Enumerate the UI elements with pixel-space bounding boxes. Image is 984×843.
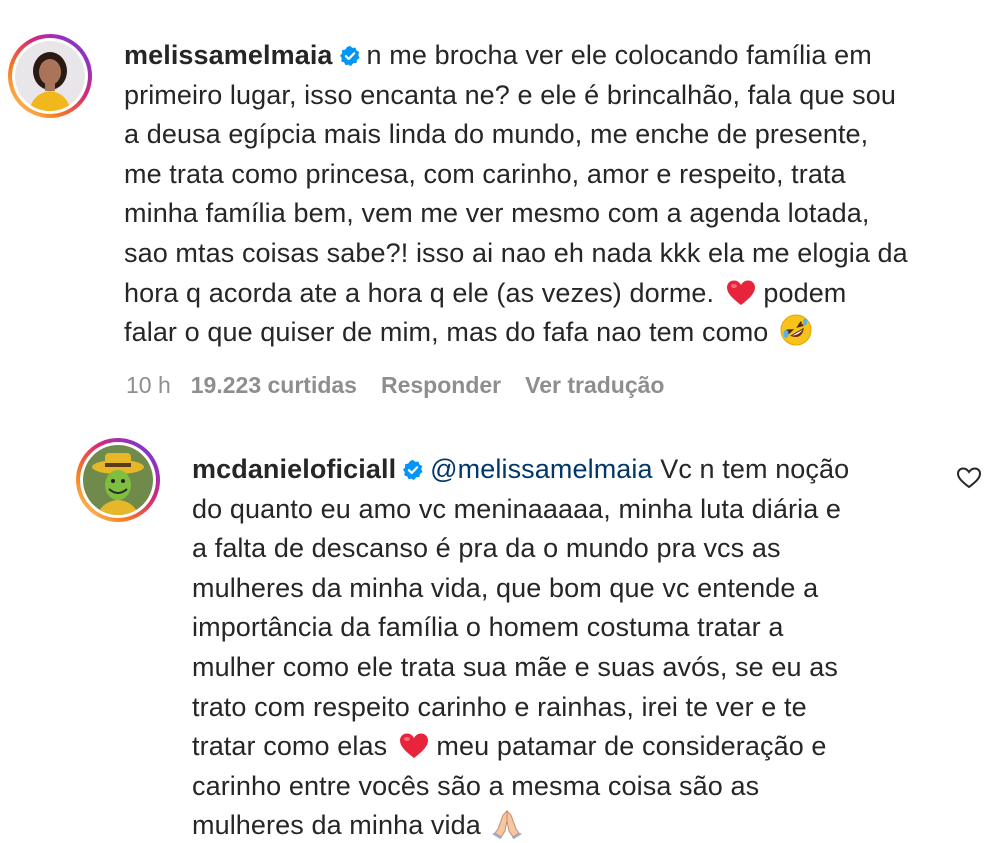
verified-badge-icon: [403, 459, 423, 480]
comment-line: a falta de descanso é pra da o mundo pra…: [192, 533, 781, 564]
folded-hands-icon: [492, 810, 523, 840]
comment-line: sao mtas coisas sabe?! isso ai nao eh na…: [124, 237, 908, 268]
comment-line: mcdanieloficiall @melissamelmaia Vc n tem…: [192, 450, 849, 490]
comment-line: mulher como ele trata sua mãe e suas avó…: [192, 651, 838, 682]
comment-text: mulheres da minha vida: [192, 810, 481, 841]
comment-text: n me brocha ver ele colocando família em: [366, 40, 872, 70]
comment-line: a deusa egípcia mais linda do mundo, me …: [124, 119, 869, 150]
comment-text: falar o que quiser de mim, mas do fafa n…: [124, 317, 769, 348]
reply-button[interactable]: Responder: [381, 372, 501, 398]
comment-line: falar o que quiser de mim, mas do fafa n…: [124, 313, 908, 353]
comment-text: meu patamar de consideração e: [436, 731, 827, 762]
comment-body: melissamelmaia n me brocha ver ele coloca…: [124, 36, 908, 353]
comment-line: me trata como princesa, com carinho, amo…: [124, 158, 846, 189]
avatar-mcdanieloficiall[interactable]: [76, 438, 160, 522]
see-translation-button[interactable]: Ver tradução: [525, 372, 664, 398]
username[interactable]: melissamelmaia: [124, 40, 333, 70]
comment-text: tratar como elas: [192, 731, 388, 762]
comment-text: Vc n tem noção: [660, 454, 850, 484]
comment-text: hora q acorda ate a hora q ele (as vezes…: [124, 277, 715, 308]
comment-line: mulheres da minha vida, que bom que vc e…: [192, 572, 819, 603]
username[interactable]: mcdanieloficiall: [192, 454, 396, 484]
avatar-melissamelmaia[interactable]: [8, 34, 92, 118]
comment-line: primeiro lugar, isso encanta ne? e ele é…: [124, 79, 896, 110]
red-heart-icon: [726, 280, 755, 305]
rolling-laughing-face-icon: [780, 314, 812, 346]
comment-body: mcdanieloficiall @melissamelmaia Vc n tem…: [192, 450, 849, 843]
mention-link[interactable]: @melissamelmaia: [430, 454, 652, 484]
comment-line: mulheres da minha vida: [192, 806, 849, 843]
comment-text: podem: [763, 277, 847, 308]
comment-line: minha família bem, vem me ver mesmo com …: [124, 198, 870, 229]
comment-line: hora q acorda ate a hora q ele (as vezes…: [124, 274, 908, 314]
likes-count[interactable]: 19.223 curtidas: [191, 372, 357, 398]
comment-line: melissamelmaia n me brocha ver ele coloca…: [124, 36, 908, 76]
comment-line: carinho entre vocês são a mesma coisa sã…: [192, 770, 760, 801]
comment-line: trato com respeito carinho e rainhas, ir…: [192, 691, 807, 722]
comment-time: 10 h: [126, 372, 171, 398]
comment-line: tratar como elas meu patamar de consider…: [192, 727, 849, 767]
red-heart-icon: [399, 733, 428, 759]
comment-thread: melissamelmaia n me brocha ver ele coloca…: [0, 0, 984, 843]
verified-badge-icon: [339, 45, 360, 66]
heart-outline-icon[interactable]: [956, 466, 982, 490]
comment-meta: 10 h 19.223 curtidas Responder Ver tradução: [126, 372, 688, 399]
comment-line: do quanto eu amo vc meninaaaaa, minha lu…: [192, 493, 842, 524]
comment-line: importância da família o homem costuma t…: [192, 612, 784, 643]
